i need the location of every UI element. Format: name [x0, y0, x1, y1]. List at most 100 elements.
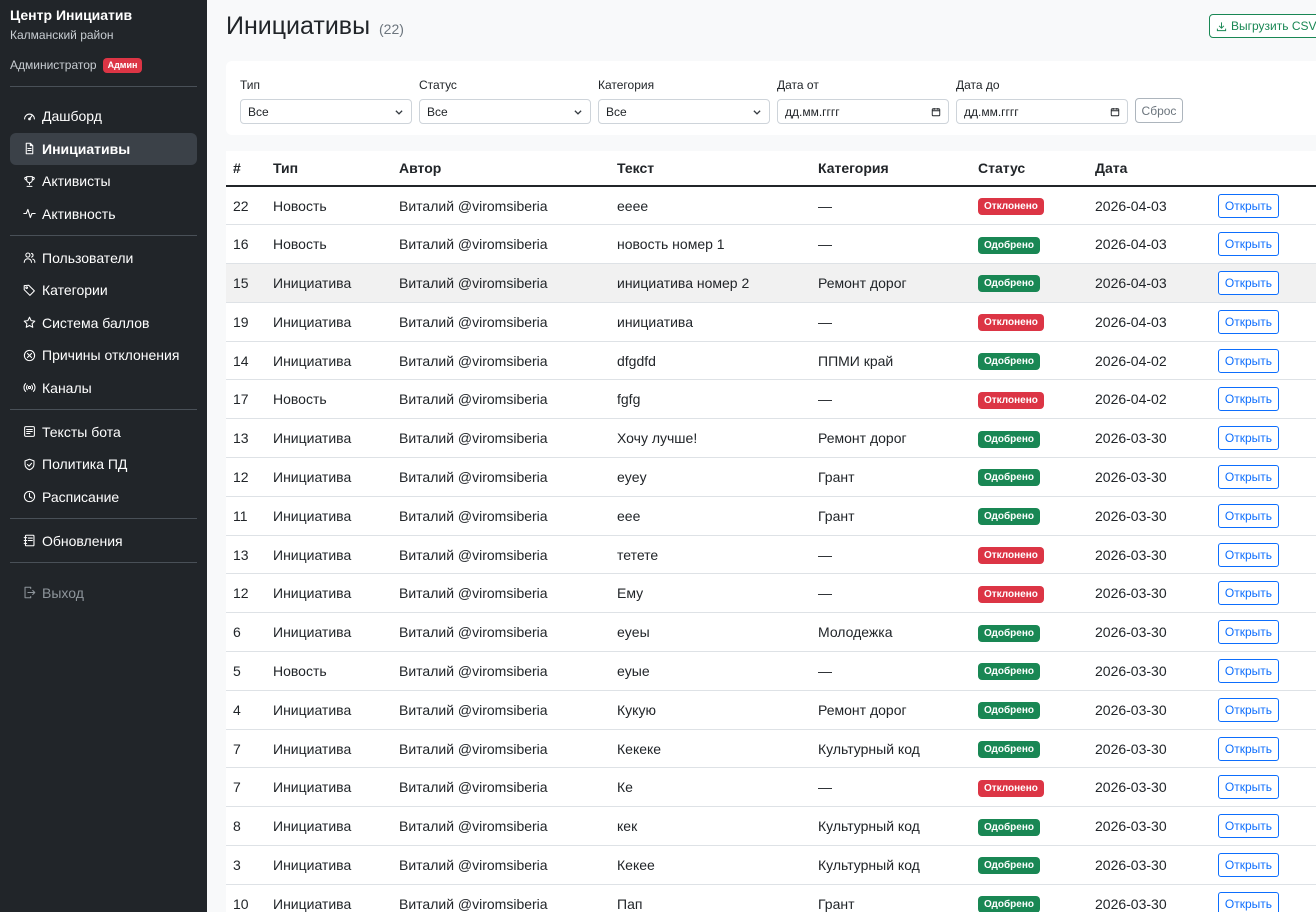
table-row: 19 Инициатива Виталий @viromsiberia инициат…	[226, 302, 1316, 342]
cell-id: 7	[226, 729, 266, 769]
table-row: 16 Новость Виталий @viromsiberia новость но…	[226, 224, 1316, 265]
open-button[interactable]: Открыть	[1218, 775, 1279, 800]
sidebar-item-activity[interactable]: Активность	[10, 198, 197, 230]
reset-filters-button[interactable]: Сброс	[1135, 98, 1183, 123]
status-badge: Отклонено	[978, 391, 1044, 409]
date-to-input[interactable]: дд.мм.гггг	[956, 99, 1128, 124]
open-button[interactable]: Открыть	[1218, 426, 1279, 451]
table-row: 15 Инициатива Виталий @viromsiberia инициат…	[226, 263, 1316, 303]
cell-author: Виталий @viromsiberia	[392, 379, 610, 420]
download-icon	[1216, 21, 1227, 31]
cell-type: Инициатива	[266, 884, 392, 912]
cell-date: 2026-04-02	[1088, 341, 1211, 381]
table-row: 17 Новость Виталий @viromsiberia fgfg — Откло…	[226, 379, 1316, 420]
cell-category: —	[811, 186, 971, 226]
open-button[interactable]: Открыть	[1218, 852, 1279, 877]
cell-author: Виталий @viromsiberia	[392, 496, 610, 536]
cell-actions: Открыть	[1211, 224, 1316, 265]
filter-category-select[interactable]: Все	[598, 99, 770, 124]
open-button[interactable]: Открыть	[1218, 581, 1279, 606]
cell-category: —	[811, 302, 971, 342]
sidebar-item-label: Причины отклонения	[42, 347, 180, 363]
cell-status: Одобрено	[971, 845, 1088, 885]
sidebar-item-star[interactable]: Система баллов	[10, 307, 197, 339]
cell-actions: Открыть	[1211, 806, 1316, 847]
cell-category: ППМИ край	[811, 341, 971, 381]
cell-text: новость номер 1	[610, 224, 811, 265]
sidebar-item-shield[interactable]: Политика ПД	[10, 448, 197, 480]
column-header: Текст	[610, 151, 811, 187]
open-button[interactable]: Открыть	[1218, 697, 1279, 722]
open-button[interactable]: Открыть	[1218, 503, 1279, 528]
table-row: 12 Инициатива Виталий @viromsiberia eyey Гра…	[226, 457, 1316, 497]
sidebar-item-label: Категории	[42, 282, 108, 298]
chevron-down-icon	[395, 109, 403, 115]
cell-date: 2026-03-30	[1088, 690, 1211, 730]
status-badge: Одобрено	[978, 508, 1040, 526]
open-button[interactable]: Открыть	[1218, 387, 1279, 412]
status-badge: Одобрено	[978, 741, 1040, 759]
initiatives-table: # Тип Автор Текст Категория Статус Дата …	[226, 151, 1316, 912]
cell-date: 2026-04-03	[1088, 263, 1211, 303]
sidebar-item-broadcast[interactable]: Каналы	[10, 372, 197, 404]
cell-type: Инициатива	[266, 457, 392, 497]
table-row: 10 Инициатива Виталий @viromsiberia Пап Гран…	[226, 884, 1316, 912]
cell-author: Виталий @viromsiberia	[392, 573, 610, 614]
cell-status: Одобрено	[971, 690, 1088, 730]
status-badge: Одобрено	[978, 896, 1040, 912]
filter-status-select[interactable]: Все	[419, 99, 591, 124]
cell-author: Виталий @viromsiberia	[392, 535, 610, 575]
sidebar-item-label: Каналы	[42, 379, 92, 396]
sidebar-item-journal[interactable]: Обновления	[10, 525, 197, 557]
status-badge: Одобрено	[978, 663, 1040, 681]
sidebar-item-people[interactable]: Пользователи	[10, 242, 197, 274]
filter-category-label: Категория	[598, 78, 655, 92]
sidebar-item-label: Активисты	[42, 173, 111, 189]
cell-actions: Открыть	[1211, 302, 1316, 342]
sidebar-item-file[interactable]: Инициативы	[10, 132, 197, 165]
table-row: 8 Инициатива Виталий @viromsiberia кек Культ…	[226, 806, 1316, 847]
open-button[interactable]: Открыть	[1218, 620, 1279, 645]
status-badge: Одобрено	[978, 469, 1040, 487]
filter-type-select[interactable]: Все	[240, 99, 412, 124]
column-header: Статус	[971, 151, 1088, 187]
open-button[interactable]: Открыть	[1218, 309, 1279, 334]
open-button[interactable]: Открыть	[1218, 193, 1279, 218]
sidebar-item-x-circle[interactable]: Причины отклонения	[10, 339, 197, 371]
open-button[interactable]: Открыть	[1218, 270, 1279, 295]
open-button[interactable]: Открыть	[1218, 736, 1279, 761]
export-csv-button[interactable]: Выгрузить CSV	[1209, 14, 1316, 38]
cell-actions: Открыть	[1211, 341, 1316, 381]
export-csv-label: Выгрузить CSV	[1231, 19, 1316, 33]
cell-status: Отклонено	[971, 767, 1088, 808]
sidebar-nav: Дашборд Инициативы Активисты Активность Поль…	[10, 86, 197, 609]
sidebar-item-clock[interactable]: Расписание	[10, 481, 197, 513]
open-button[interactable]: Открыть	[1218, 232, 1279, 257]
trophy-icon	[24, 175, 35, 187]
sidebar-divider	[10, 561, 197, 563]
sidebar: Центр Инициатив Калманский район Админис…	[0, 0, 207, 912]
sidebar-item-text[interactable]: Тексты бота	[10, 416, 197, 448]
open-button[interactable]: Открыть	[1218, 658, 1279, 683]
open-button[interactable]: Открыть	[1218, 814, 1279, 839]
open-button[interactable]: Открыть	[1218, 464, 1279, 489]
date-from-input[interactable]: дд.мм.гггг	[777, 99, 949, 124]
sidebar-item-logout[interactable]: Выход	[10, 577, 197, 609]
sidebar-item-tag[interactable]: Категории	[10, 274, 197, 306]
cell-actions: Открыть	[1211, 263, 1316, 303]
speedometer-icon	[24, 113, 35, 120]
sidebar-divider	[10, 408, 197, 410]
open-button[interactable]: Открыть	[1218, 891, 1279, 912]
open-button[interactable]: Открыть	[1218, 542, 1279, 567]
cell-id: 17	[226, 379, 266, 420]
filter-type-label: Тип	[240, 78, 261, 92]
cell-id: 14	[226, 341, 266, 381]
role-badge: Админ	[102, 57, 143, 73]
cell-date: 2026-03-30	[1088, 612, 1211, 653]
sidebar-item-speedometer[interactable]: Дашборд	[10, 100, 197, 132]
cell-date: 2026-03-30	[1088, 767, 1211, 808]
open-button[interactable]: Открыть	[1218, 348, 1279, 373]
filter-status-label: Статус	[419, 78, 457, 92]
sidebar-item-trophy[interactable]: Активисты	[10, 165, 197, 197]
cell-type: Инициатива	[266, 535, 392, 575]
